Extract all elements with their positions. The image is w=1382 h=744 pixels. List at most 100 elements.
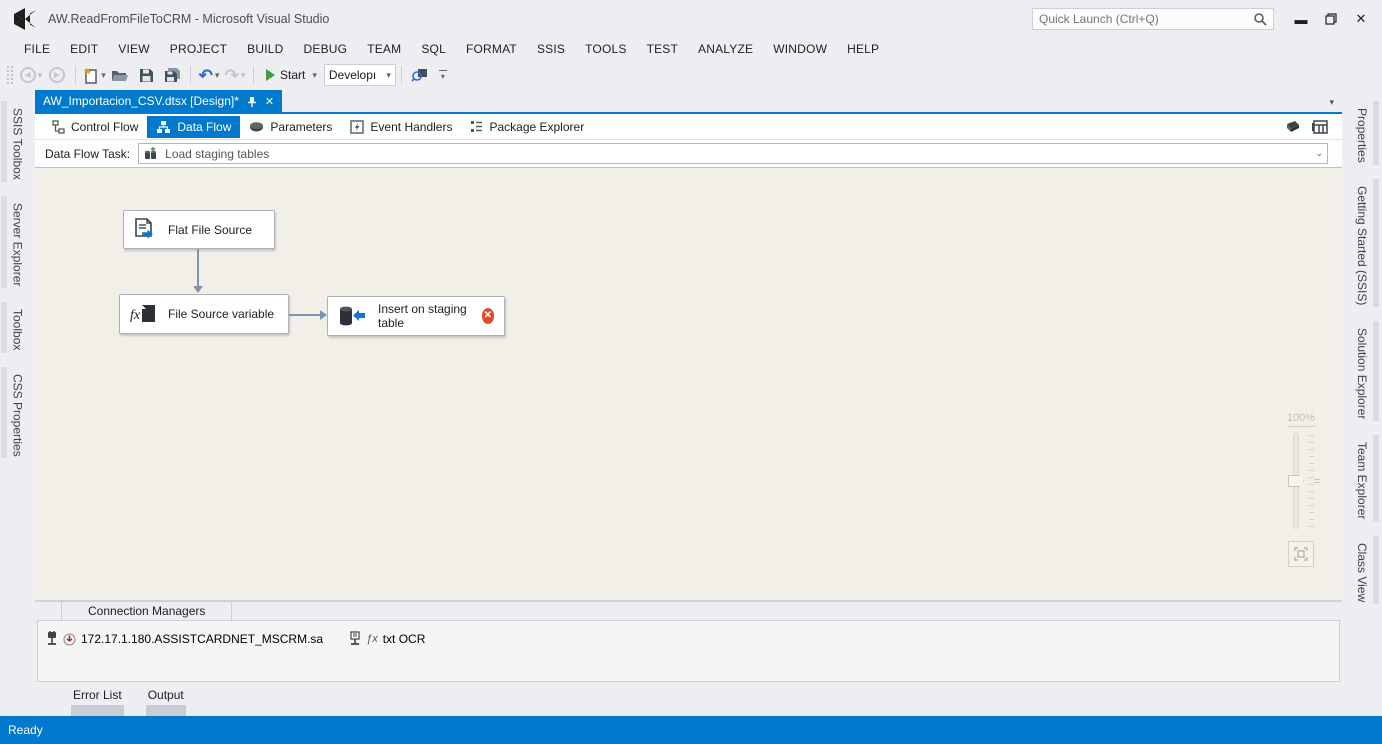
ssis-designer-tabs: Control Flow Data Flow Parameters Event … xyxy=(35,114,1342,140)
chevron-down-icon[interactable]: ⌄ xyxy=(1315,148,1323,159)
event-handlers-icon xyxy=(350,119,365,134)
pin-icon[interactable] xyxy=(247,96,257,107)
save-all-button[interactable] xyxy=(160,63,184,87)
tab-output[interactable]: Output xyxy=(145,688,186,716)
sidebar-tab-properties[interactable]: Properties xyxy=(1353,101,1379,165)
data-flow-task-value: Load staging tables xyxy=(165,146,270,161)
close-tab-icon[interactable]: ✕ xyxy=(265,95,274,108)
data-path-arrowhead xyxy=(320,310,327,320)
oledb-destination-icon xyxy=(338,305,366,327)
save-button[interactable] xyxy=(134,63,158,87)
error-badge-icon[interactable]: ✕ xyxy=(481,308,494,324)
new-item-button[interactable]: ▾ xyxy=(82,63,106,87)
menu-build[interactable]: BUILD xyxy=(237,40,293,58)
tab-data-flow[interactable]: Data Flow xyxy=(147,115,241,138)
restore-button[interactable] xyxy=(1316,7,1346,31)
quick-launch-box[interactable] xyxy=(1032,8,1274,30)
variables-grid-icon[interactable] xyxy=(1312,119,1328,134)
sidebar-tab-toolbox[interactable]: Toolbox xyxy=(0,302,27,353)
right-tool-window-strip: Properties Getting Started (SSIS) Soluti… xyxy=(1342,90,1382,716)
sidebar-tab-server-explorer[interactable]: Server Explorer xyxy=(0,195,27,289)
menu-test[interactable]: TEST xyxy=(637,40,688,58)
zoom-level-label: 100% xyxy=(1286,412,1316,427)
node-insert-on-staging-table[interactable]: Insert on staging table ✕ xyxy=(327,296,505,336)
menu-edit[interactable]: EDIT xyxy=(60,40,108,58)
menu-analyze[interactable]: ANALYZE xyxy=(688,40,763,58)
control-flow-icon xyxy=(52,119,65,134)
play-icon xyxy=(266,69,275,81)
bottom-panel-tabs: Error List Output xyxy=(35,682,1342,716)
toolbar-grip[interactable] xyxy=(6,65,14,85)
data-flow-design-surface[interactable]: Flat File Source fx File Source variable xyxy=(35,168,1342,600)
connection-manager-item[interactable]: ƒx txt OCR xyxy=(349,631,425,647)
document-tab[interactable]: AW_Importacion_CSV.dtsx [Design]* ✕ xyxy=(35,90,283,112)
node-file-source-variable[interactable]: fx File Source variable xyxy=(119,294,289,334)
toolbar-overflow-button[interactable]: ▾ xyxy=(438,69,447,81)
package-part-icon[interactable] xyxy=(1283,120,1300,133)
menu-format[interactable]: FORMAT xyxy=(456,40,527,58)
tab-package-explorer[interactable]: Package Explorer xyxy=(461,116,593,138)
data-flow-icon xyxy=(156,120,171,134)
configuration-value: Developı xyxy=(328,68,377,82)
data-flow-task-combobox[interactable]: Load staging tables ⌄ xyxy=(138,143,1328,164)
expression-fx-icon: ƒx xyxy=(366,633,378,645)
menu-team[interactable]: TEAM xyxy=(357,40,411,58)
node-label: File Source variable xyxy=(168,307,275,321)
close-button[interactable]: ✕ xyxy=(1346,7,1376,31)
menu-file[interactable]: FILE xyxy=(14,40,60,58)
offline-indicator-icon xyxy=(63,633,76,646)
connection-icon xyxy=(46,631,58,647)
open-file-button[interactable] xyxy=(108,63,132,87)
sidebar-tab-ssis-toolbox[interactable]: SSIS Toolbox xyxy=(0,101,27,182)
connection-manager-label: 172.17.1.180.ASSISTCARDNET_MSCRM.sa xyxy=(81,632,324,646)
navigate-forward-button[interactable]: ► xyxy=(45,63,69,87)
navigate-back-button[interactable]: ◄ ▾ xyxy=(19,63,43,87)
tab-event-handlers[interactable]: Event Handlers xyxy=(341,116,461,138)
find-in-files-button[interactable] xyxy=(408,63,432,87)
undo-button[interactable]: ↶ ▾ xyxy=(197,63,221,87)
data-path-arrow[interactable] xyxy=(289,314,321,316)
tab-control-flow[interactable]: Control Flow xyxy=(43,116,147,138)
sidebar-tab-solution-explorer[interactable]: Solution Explorer xyxy=(1353,321,1379,422)
node-label: Insert on staging table xyxy=(378,302,467,330)
menu-sql[interactable]: SQL xyxy=(411,40,456,58)
tab-list-dropdown-icon[interactable]: ▾ xyxy=(1329,97,1342,112)
node-label: Flat File Source xyxy=(168,222,253,237)
data-flow-task-label: Data Flow Task: xyxy=(45,146,131,161)
zoom-100-marker xyxy=(1314,479,1320,483)
menu-project[interactable]: PROJECT xyxy=(160,40,237,58)
sidebar-tab-css-properties[interactable]: CSS Properties xyxy=(0,366,27,459)
data-flow-task-icon xyxy=(143,146,159,161)
menu-tools[interactable]: TOOLS xyxy=(575,40,636,58)
zoom-slider-thumb[interactable] xyxy=(1288,475,1304,487)
start-debug-button[interactable]: Start ▾ xyxy=(260,63,323,87)
menu-help[interactable]: HELP xyxy=(837,40,889,58)
parameters-icon xyxy=(249,121,264,133)
status-bar: Ready xyxy=(0,716,1382,744)
data-path-arrowhead xyxy=(193,286,203,293)
menu-debug[interactable]: DEBUG xyxy=(294,40,358,58)
data-path-arrow[interactable] xyxy=(197,249,199,287)
menu-bar: FILE EDIT VIEW PROJECT BUILD DEBUG TEAM … xyxy=(0,38,1382,60)
solution-configuration-combobox[interactable]: Developı ▾ xyxy=(323,64,396,86)
connection-manager-item[interactable]: 172.17.1.180.ASSISTCARDNET_MSCRM.sa xyxy=(46,631,323,647)
connection-managers-tab[interactable]: Connection Managers xyxy=(61,601,233,620)
sidebar-tab-class-view[interactable]: Class View xyxy=(1353,535,1379,604)
sidebar-tab-team-explorer[interactable]: Team Explorer xyxy=(1353,435,1379,522)
derived-column-fx-icon: fx xyxy=(130,304,156,324)
tab-parameters[interactable]: Parameters xyxy=(240,116,341,138)
menu-view[interactable]: VIEW xyxy=(108,40,159,58)
tab-error-list[interactable]: Error List xyxy=(71,688,124,716)
search-icon[interactable] xyxy=(1253,12,1267,26)
node-flat-file-source[interactable]: Flat File Source xyxy=(123,210,275,249)
redo-button[interactable]: ↷ ▾ xyxy=(223,63,247,87)
sidebar-tab-getting-started-ssis[interactable]: Getting Started (SSIS) xyxy=(1353,178,1379,308)
zoom-to-fit-button[interactable] xyxy=(1288,541,1314,567)
package-explorer-icon xyxy=(470,120,483,133)
data-flow-task-row: Data Flow Task: Load staging tables ⌄ xyxy=(35,140,1342,168)
menu-window[interactable]: WINDOW xyxy=(763,40,837,58)
quick-launch-input[interactable] xyxy=(1039,12,1253,26)
connection-managers-panel[interactable]: 172.17.1.180.ASSISTCARDNET_MSCRM.sa ƒx t… xyxy=(37,620,1340,682)
minimize-button[interactable]: ▬ xyxy=(1286,7,1316,31)
menu-ssis[interactable]: SSIS xyxy=(527,40,575,58)
